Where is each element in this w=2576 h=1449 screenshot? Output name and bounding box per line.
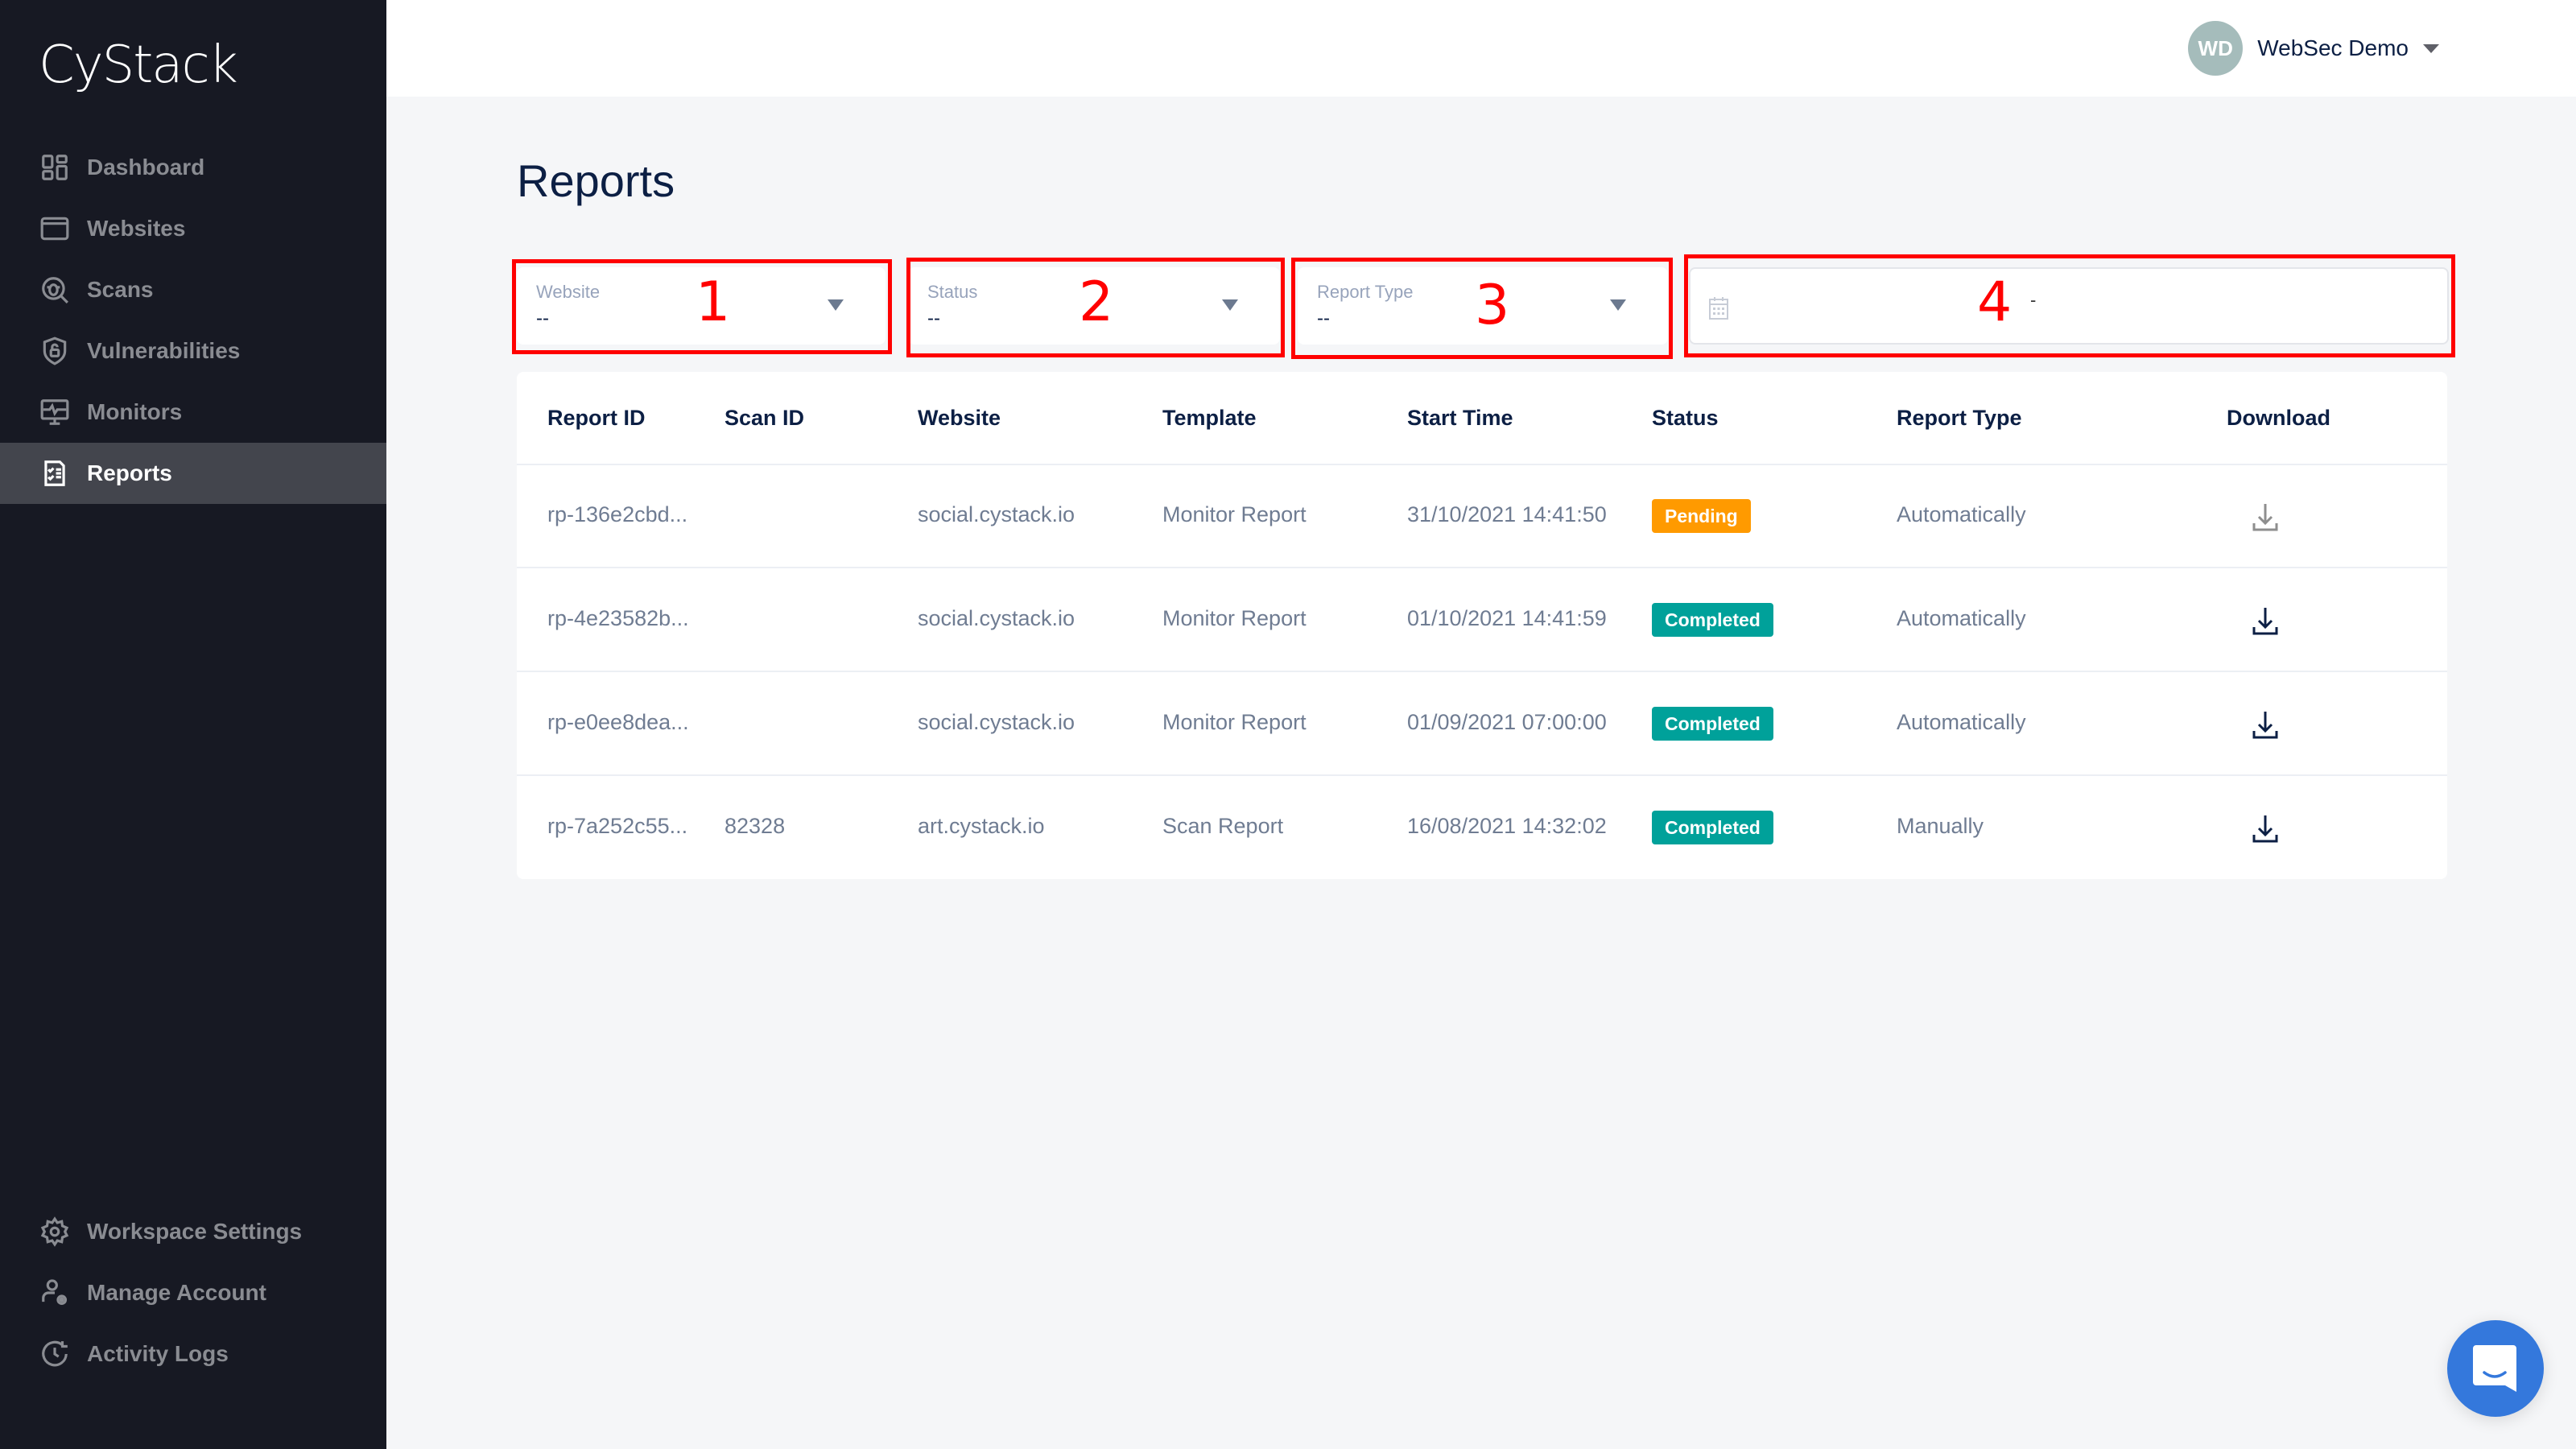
column-header-download: Download	[2227, 406, 2330, 430]
sidebar-item-label: Scans	[87, 277, 154, 302]
bug-search-icon	[39, 274, 71, 306]
sidebar-item-label: Workspace Settings	[87, 1219, 303, 1244]
chat-bubble-icon	[2473, 1345, 2516, 1392]
report-id-cell: rp-136e2cbd...	[547, 502, 688, 526]
download-icon	[2252, 504, 2278, 531]
sidebar-item-vulnerabilities[interactable]: Vulnerabilities	[0, 320, 386, 382]
sidebar-item-dashboard[interactable]: Dashboard	[0, 137, 386, 198]
report-type-cell: Automatically	[1897, 502, 2026, 526]
column-header-status[interactable]: Status	[1652, 406, 1719, 431]
user-name: WebSec Demo	[2257, 35, 2409, 60]
annotation-number-4: 4	[1977, 270, 2013, 334]
sidebar-item-label: Activity Logs	[87, 1341, 229, 1366]
download-icon	[2252, 815, 2278, 843]
sidebar-item-label: Websites	[87, 216, 186, 241]
sidebar-item-label: Manage Account	[87, 1280, 266, 1305]
table-row[interactable]: rp-4e23582b... social.cystack.io Monitor R…	[517, 569, 2447, 672]
start-time-cell: 01/10/2021 14:41:59	[1407, 606, 1607, 630]
download-icon	[2252, 712, 2278, 739]
column-header-website[interactable]: Website	[918, 406, 1001, 431]
annotation-number-3: 3	[1475, 274, 1510, 337]
column-header-scan-id[interactable]: Scan ID	[724, 406, 804, 431]
sidebar-item-manage-account[interactable]: Manage Account	[0, 1262, 386, 1323]
shield-lock-icon	[39, 335, 71, 367]
status-badge: Completed	[1652, 707, 1773, 741]
column-header-start-time[interactable]: Start Time	[1407, 406, 1513, 431]
report-id-cell: rp-7a252c55...	[547, 814, 688, 838]
template-cell: Monitor Report	[1162, 502, 1307, 526]
monitor-pulse-icon	[39, 396, 71, 428]
sidebar-item-reports[interactable]: Reports	[0, 443, 386, 504]
status-badge: Completed	[1652, 603, 1773, 637]
dashboard-icon	[39, 151, 71, 184]
avatar: WD	[2188, 21, 2244, 76]
table-row[interactable]: rp-136e2cbd... social.cystack.io Monitor R…	[517, 465, 2447, 568]
sidebar-item-websites[interactable]: Websites	[0, 198, 386, 259]
status-badge: Pending	[1652, 499, 1751, 533]
caret-down-icon	[2423, 43, 2439, 53]
table-row[interactable]: rp-e0ee8dea... social.cystack.io Monitor R…	[517, 673, 2447, 776]
page-title: Reports	[517, 155, 675, 206]
template-cell: Monitor Report	[1162, 710, 1307, 734]
template-cell: Scan Report	[1162, 814, 1284, 838]
sidebar-item-scans[interactable]: Scans	[0, 259, 386, 320]
sidebar-item-label: Monitors	[87, 399, 183, 424]
table-row[interactable]: rp-7a252c55... 82328 art.cystack.io Scan Re…	[517, 777, 2447, 880]
download-button[interactable]	[2249, 501, 2281, 533]
sidebar-item-workspace-settings[interactable]: Workspace Settings	[0, 1201, 386, 1262]
sidebar-item-label: Reports	[87, 460, 172, 485]
reports-table: Report ID Scan ID Website Template Start…	[517, 372, 2447, 879]
annotation-box-4	[1684, 254, 2455, 357]
top-bar: WD WebSec Demo	[386, 0, 2576, 97]
template-cell: Monitor Report	[1162, 606, 1307, 630]
sidebar-item-label: Dashboard	[87, 155, 205, 180]
table-header: Report ID Scan ID Website Template Start…	[517, 372, 2447, 465]
column-header-template[interactable]: Template	[1162, 406, 1257, 431]
sidebar: CyStack Dashboard Websites Scans Vulnera…	[0, 0, 386, 1449]
user-gear-icon	[39, 1277, 71, 1309]
website-cell: social.cystack.io	[918, 606, 1075, 630]
download-button[interactable]	[2249, 605, 2281, 637]
sidebar-item-monitors[interactable]: Monitors	[0, 382, 386, 443]
sidebar-item-activity-logs[interactable]: Activity Logs	[0, 1323, 386, 1385]
start-time-cell: 31/10/2021 14:41:50	[1407, 502, 1607, 526]
download-button[interactable]	[2249, 812, 2281, 844]
sidebar-item-label: Vulnerabilities	[87, 338, 241, 363]
scan-id-cell: 82328	[724, 814, 786, 838]
download-icon	[2252, 608, 2278, 635]
report-type-cell: Automatically	[1897, 606, 2026, 630]
chat-support-button[interactable]	[2447, 1320, 2544, 1417]
browser-window-icon	[39, 213, 71, 245]
cystack-logo[interactable]: CyStack	[39, 35, 238, 95]
gear-icon	[39, 1216, 71, 1248]
website-cell: social.cystack.io	[918, 710, 1075, 734]
report-checklist-icon	[39, 457, 71, 489]
annotation-number-2: 2	[1079, 270, 1114, 334]
column-header-report-type[interactable]: Report Type	[1897, 406, 2022, 431]
download-button[interactable]	[2249, 708, 2281, 741]
report-id-cell: rp-e0ee8dea...	[547, 710, 689, 734]
report-id-cell: rp-4e23582b...	[547, 606, 689, 630]
column-header-report-id[interactable]: Report ID	[547, 406, 646, 431]
report-type-cell: Automatically	[1897, 710, 2026, 734]
clock-history-icon	[39, 1338, 71, 1370]
status-badge: Completed	[1652, 811, 1773, 844]
user-menu[interactable]: WD WebSec Demo	[2188, 21, 2439, 76]
start-time-cell: 16/08/2021 14:32:02	[1407, 814, 1607, 838]
report-type-cell: Manually	[1897, 814, 1984, 838]
start-time-cell: 01/09/2021 07:00:00	[1407, 710, 1607, 734]
annotation-number-1: 1	[696, 270, 731, 334]
website-cell: social.cystack.io	[918, 502, 1075, 526]
website-cell: art.cystack.io	[918, 814, 1045, 838]
